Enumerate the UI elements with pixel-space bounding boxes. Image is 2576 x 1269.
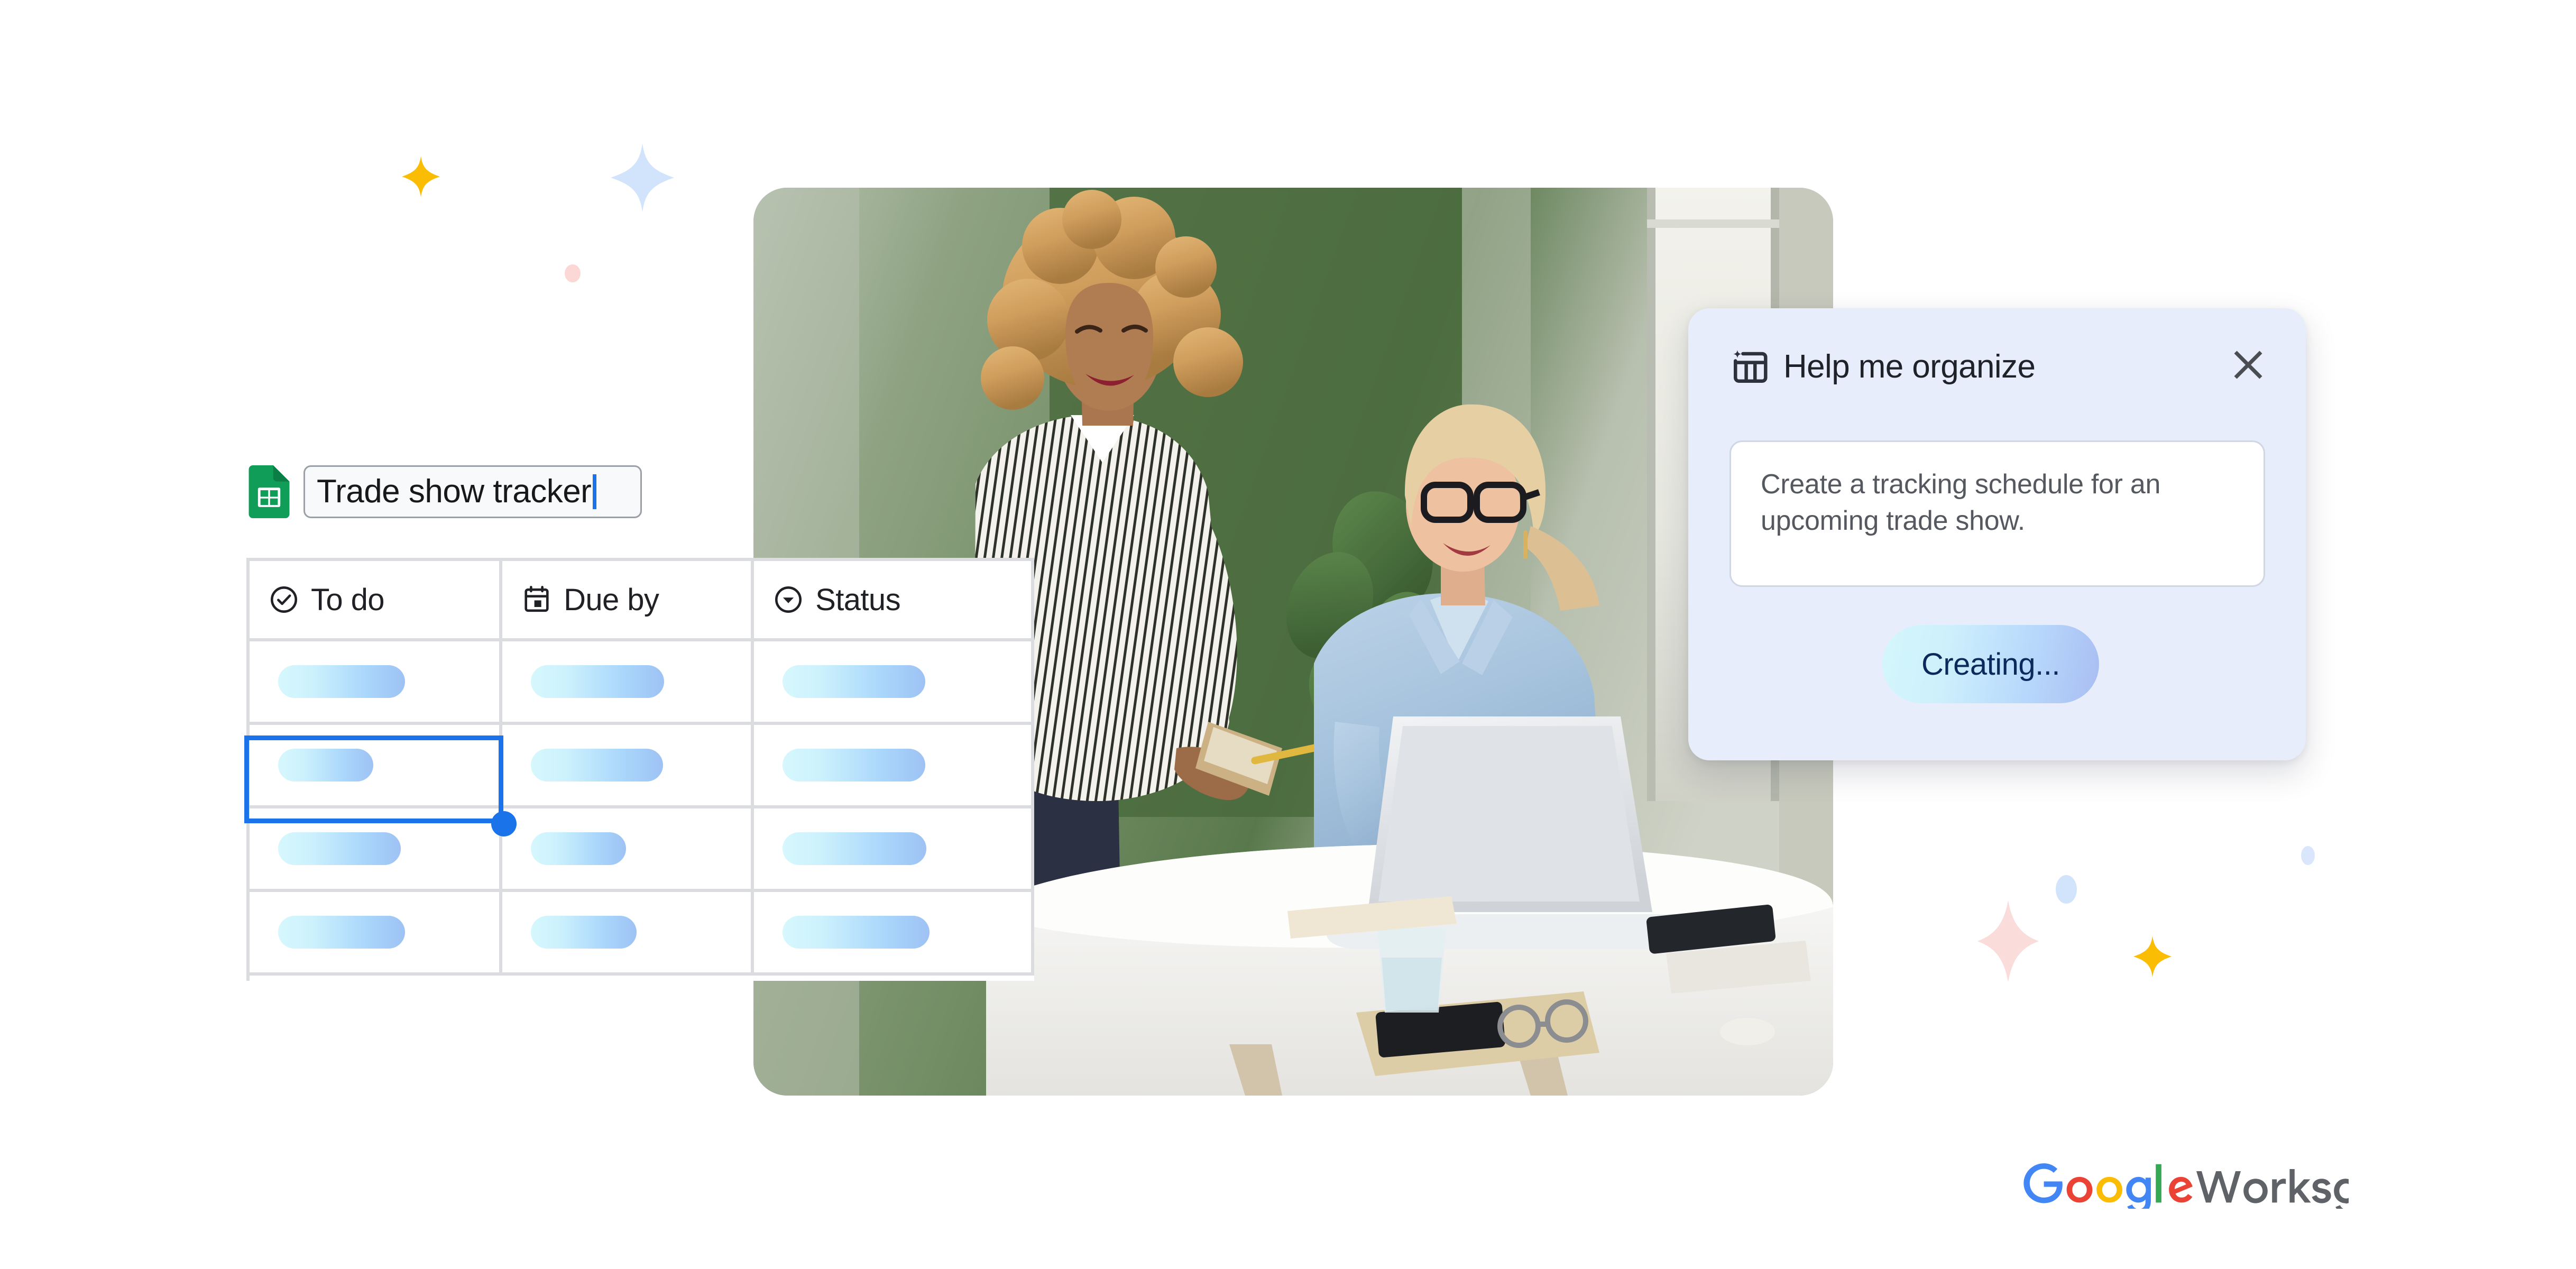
diamond-pink-right-icon [1977,899,2039,983]
fill-handle[interactable] [491,811,517,836]
placeholder-bar [531,916,637,949]
table-cell-selected[interactable] [250,725,503,808]
document-title-input[interactable]: Trade show tracker [303,465,642,518]
table-cell[interactable] [250,641,503,725]
canvas: Trade show tracker To do Due by Status H… [0,0,2576,1269]
table-cell[interactable] [250,892,503,976]
placeholder-bar [783,665,926,698]
table-cell[interactable] [754,808,1034,892]
text-caret [593,474,597,509]
placeholder-bar [783,832,927,865]
placeholder-bar [783,749,926,781]
check-circle-icon [270,586,298,613]
panel-title: Help me organize [1783,348,2036,385]
document-title-row: Trade show tracker [249,465,642,518]
column-header-label: Due by [564,582,659,617]
dot-blue-right-icon [2056,875,2077,904]
prompt-text-value: Create a tracking schedule for an upcomi… [1761,469,2161,536]
star-yellow-top-left-icon [402,156,440,197]
panel-header: Help me organize [1731,341,2269,392]
column-header-label: Status [815,582,900,617]
calendar-icon [525,586,549,612]
placeholder-bar [278,832,401,865]
table-cell[interactable] [250,808,503,892]
star-blue-top-left-icon [611,142,674,214]
table-header-row: To do Due by Status [250,561,1034,641]
table-row[interactable] [250,808,1034,892]
close-icon[interactable] [2228,344,2269,385]
table-cell[interactable] [502,892,755,976]
table-cell[interactable] [502,641,755,725]
table-row[interactable] [250,892,1034,976]
placeholder-bar [531,832,627,865]
google-sheets-icon [249,465,290,518]
placeholder-bar [278,916,405,949]
create-button[interactable]: Creating... [1882,625,2099,703]
table-cell[interactable] [754,725,1034,808]
column-header-status[interactable]: Status [754,561,1034,641]
table-row[interactable] [250,641,1034,725]
dot-blue-far-right-icon [2301,846,2315,865]
create-button-label: Creating... [1921,647,2060,682]
table-sparkle-icon [1733,350,1768,383]
dot-pink-top-left-icon [565,264,581,282]
placeholder-bar [783,916,930,949]
table-cell[interactable] [502,808,755,892]
spreadsheet-table[interactable]: To do Due by Status [246,558,1034,981]
placeholder-bar [278,665,405,698]
column-header-label: To do [311,582,384,617]
table-row[interactable] [250,725,1034,808]
table-cell[interactable] [754,892,1034,976]
star-yellow-right-icon [2133,936,2172,977]
prompt-input[interactable]: Create a tracking schedule for an upcomi… [1729,440,2265,587]
placeholder-bar [278,749,373,781]
google-workspace-logo [2021,1158,2349,1209]
placeholder-bar [531,665,665,698]
table-cell[interactable] [754,641,1034,725]
placeholder-bar [531,749,664,781]
table-cell[interactable] [502,725,755,808]
chevron-down-circle-icon [775,586,802,613]
document-title-value: Trade show tracker [317,473,592,510]
column-header-due-by[interactable]: Due by [502,561,755,641]
column-header-to-do[interactable]: To do [250,561,503,641]
panel-title-wrap: Help me organize [1731,347,2036,386]
